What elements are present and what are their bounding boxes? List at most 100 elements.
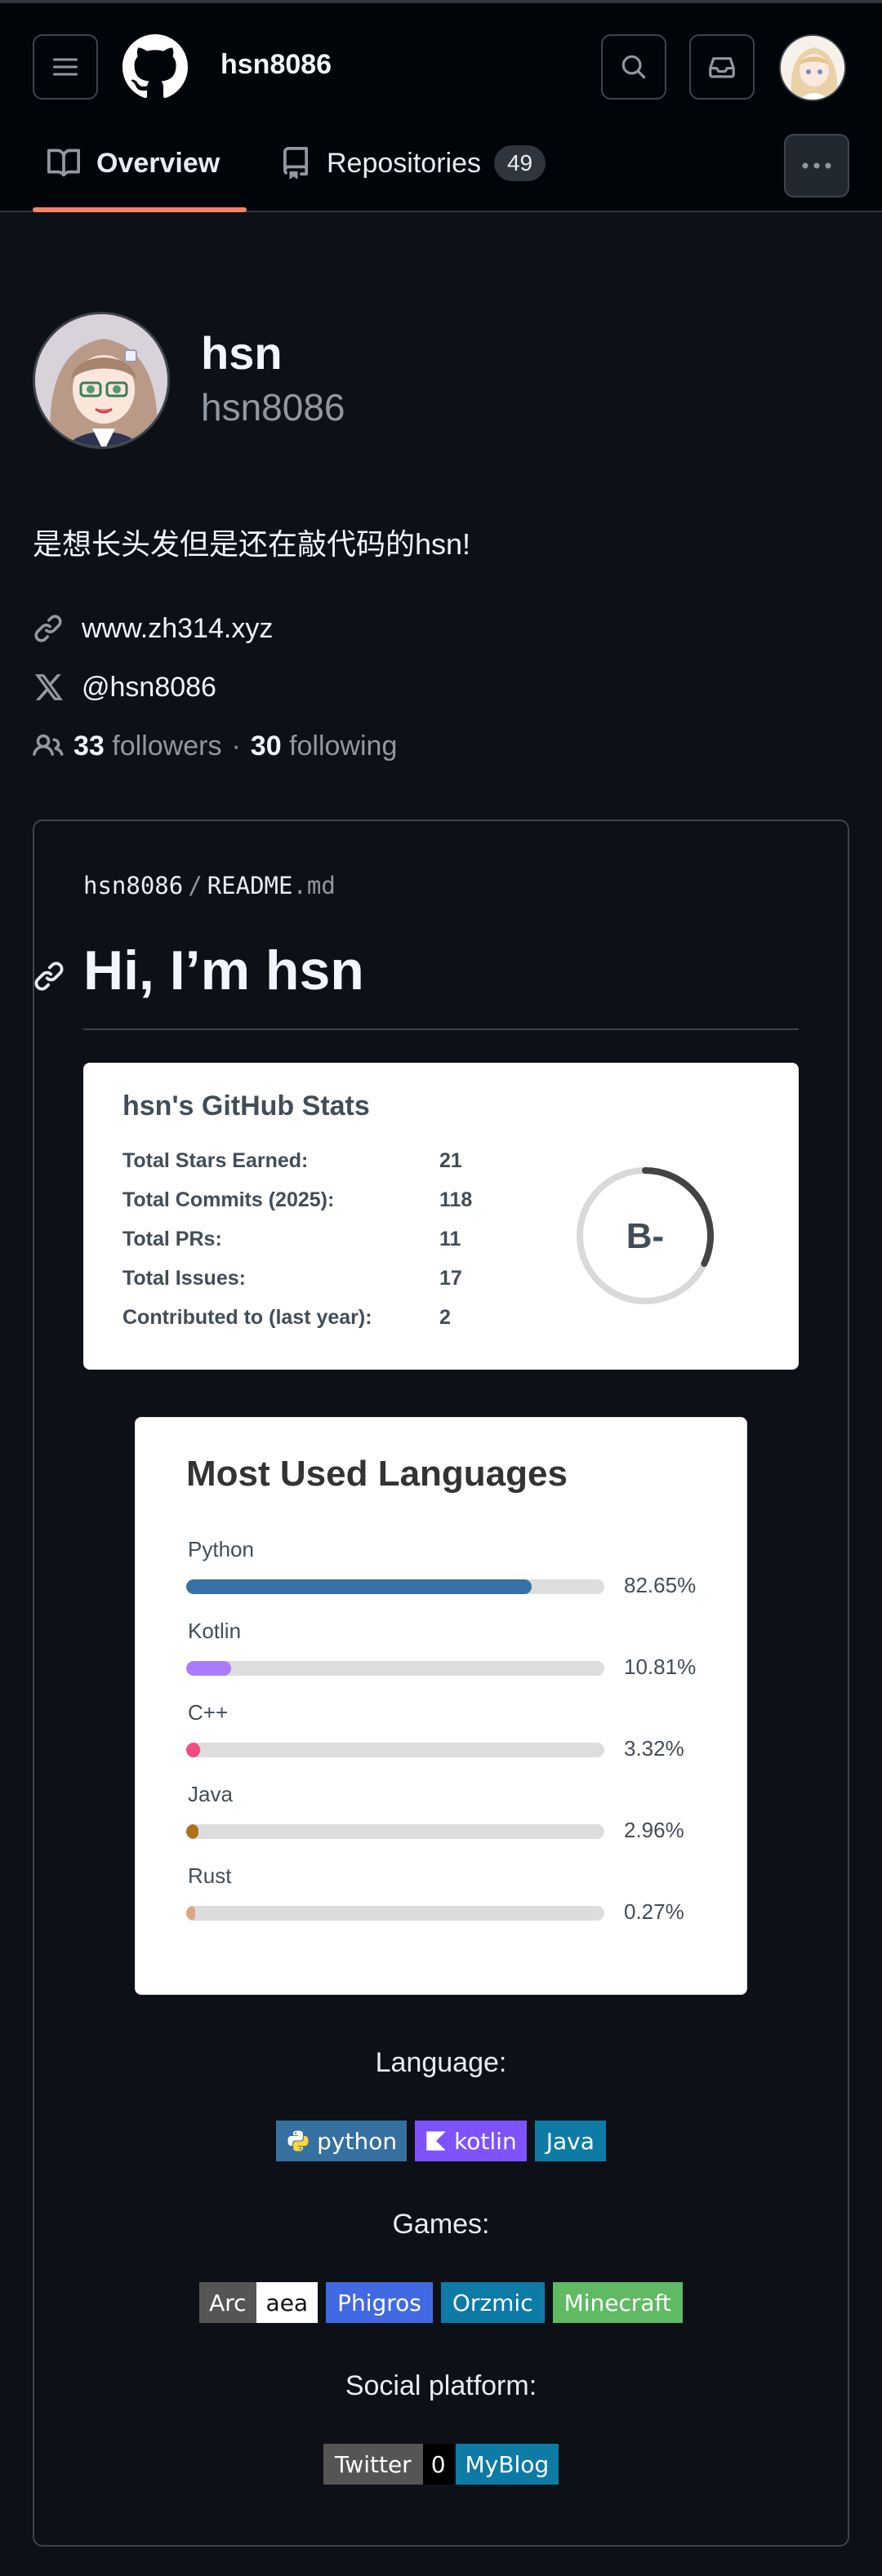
stat-label: Contributed to (last year): <box>122 1306 372 1329</box>
readme-owner-link[interactable]: hsn8086 <box>83 872 183 899</box>
menu-button[interactable] <box>33 34 98 100</box>
stat-label: Total Issues: <box>122 1267 246 1290</box>
twitter-followers-badge[interactable]: Twitter 0 <box>323 2444 454 2485</box>
language-progress-track <box>186 1743 604 1757</box>
top-languages-card[interactable]: Most Used Languages Python 82.65% Kotlin 10… <box>135 1417 747 1995</box>
profile-website-link[interactable]: www.zh314.xyz <box>33 609 273 648</box>
stat-label: Total Commits (2025): <box>122 1188 335 1211</box>
tab-repositories-label: Repositories <box>327 147 481 179</box>
language-name: Python <box>188 1537 254 1561</box>
readme-file-name: README <box>207 872 293 899</box>
active-tab-underline <box>33 207 247 212</box>
java-badge[interactable]: Java <box>534 2121 606 2161</box>
language-name: Rust <box>188 1863 232 1888</box>
python-badge-label: python <box>317 2127 398 2155</box>
kotlin-icon <box>426 2131 446 2151</box>
inbox-icon <box>709 57 735 78</box>
java-badge-label: Java <box>546 2127 595 2155</box>
github-logo-icon[interactable] <box>122 34 188 100</box>
tab-overview-label: Overview <box>96 147 220 179</box>
language-name: Java <box>188 1782 233 1806</box>
following-label: following <box>289 730 398 762</box>
languages-title: Most Used Languages <box>186 1454 568 1494</box>
tab-overview[interactable]: Overview <box>47 140 220 186</box>
orzmic-badge-label: Orzmic <box>452 2289 533 2316</box>
language-name: Kotlin <box>188 1619 242 1643</box>
twitter-badge-count: 0 <box>422 2444 454 2485</box>
more-tabs-button[interactable] <box>784 134 849 198</box>
python-icon <box>287 2130 309 2152</box>
repo-icon <box>283 147 308 180</box>
profile-avatar[interactable] <box>33 312 170 449</box>
following-count: 30 <box>250 730 282 762</box>
profile-follow-stats: 33 followers · 30 following <box>33 726 397 766</box>
stat-value: 17 <box>439 1267 462 1290</box>
language-percent: 10.81% <box>624 1654 697 1679</box>
language-progress-track <box>186 1824 604 1839</box>
arcaea-badge-right: aea <box>256 2282 318 2323</box>
language-percent: 0.27% <box>624 1899 684 1924</box>
language-progress-track <box>186 1661 604 1676</box>
readme-file-ext: .md <box>292 872 336 899</box>
follow-separator: · <box>231 730 241 762</box>
following-link[interactable]: 30 following <box>251 731 398 762</box>
user-avatar[interactable] <box>779 34 846 101</box>
x-logo-icon <box>35 674 63 700</box>
anime-avatar-icon <box>781 36 844 100</box>
header-username[interactable]: hsn8086 <box>220 49 332 81</box>
games-section-title: Games: <box>392 2209 490 2240</box>
followers-count: 33 <box>74 730 105 762</box>
stat-value: 118 <box>439 1188 473 1211</box>
readme-path: hsn8086/README.md <box>83 872 336 899</box>
heading-anchor-link[interactable] <box>33 960 65 997</box>
twitter-handle-text: @hsn8086 <box>82 671 216 703</box>
language-percent: 3.32% <box>624 1736 684 1761</box>
stat-label: Total PRs: <box>122 1228 222 1250</box>
language-progress-fill <box>186 1661 232 1676</box>
language-progress-track <box>186 1579 604 1594</box>
stats-title: hsn's GitHub Stats <box>122 1090 370 1121</box>
kebab-horizontal-icon <box>802 162 831 169</box>
minecraft-badge[interactable]: Minecraft <box>552 2282 683 2323</box>
search-button[interactable] <box>601 34 666 100</box>
language-progress-fill <box>186 1743 200 1757</box>
phigros-badge[interactable]: Phigros <box>326 2282 433 2323</box>
followers-link[interactable]: 33 followers <box>74 731 221 762</box>
inbox-button[interactable] <box>689 34 755 100</box>
tab-repositories[interactable]: Repositories 49 <box>279 140 546 186</box>
phigros-badge-label: Phigros <box>337 2289 421 2316</box>
game-badges: Arc aea Phigros Orzmic Minecraft <box>0 2282 882 2323</box>
kotlin-badge[interactable]: kotlin <box>415 2121 527 2161</box>
language-section-title: Language: <box>375 2047 507 2078</box>
website-text: www.zh314.xyz <box>82 612 274 644</box>
profile-twitter-link[interactable]: @hsn8086 <box>33 668 216 707</box>
book-icon <box>47 149 80 177</box>
myblog-badge[interactable]: MyBlog <box>455 2444 559 2485</box>
python-badge[interactable]: python <box>276 2121 408 2161</box>
language-name: C++ <box>188 1700 229 1725</box>
language-percent: 82.65% <box>624 1573 697 1597</box>
twitter-badge-label: Twitter <box>323 2444 423 2485</box>
followers-label: followers <box>112 730 222 762</box>
kotlin-badge-label: kotlin <box>454 2127 517 2155</box>
stat-value: 2 <box>439 1306 451 1329</box>
arcaea-badge[interactable]: Arc aea <box>199 2282 318 2323</box>
stat-value: 21 <box>439 1149 462 1172</box>
language-progress-fill <box>186 1906 196 1921</box>
grade-text: B- <box>626 1216 665 1256</box>
myblog-badge-label: MyBlog <box>465 2450 550 2478</box>
link-icon <box>34 615 62 642</box>
arcaea-badge-left: Arc <box>199 2282 256 2323</box>
search-icon <box>621 55 646 79</box>
anime-avatar-icon <box>35 314 167 446</box>
minecraft-badge-label: Minecraft <box>564 2289 671 2316</box>
top-bar: hsn8086 Overview Repositories 49 <box>0 0 882 212</box>
orzmic-badge[interactable]: Orzmic <box>440 2282 545 2323</box>
repositories-count-badge: 49 <box>493 145 546 181</box>
heading-divider <box>83 1028 799 1030</box>
readme-heading: Hi, I’m hsn <box>83 939 364 1002</box>
language-progress-fill <box>186 1579 532 1594</box>
github-stats-card[interactable]: hsn's GitHub Stats Total Stars Earned: 2… <box>83 1063 799 1370</box>
language-badges: python kotlin Java <box>0 2121 882 2161</box>
profile-login: hsn8086 <box>201 386 345 429</box>
